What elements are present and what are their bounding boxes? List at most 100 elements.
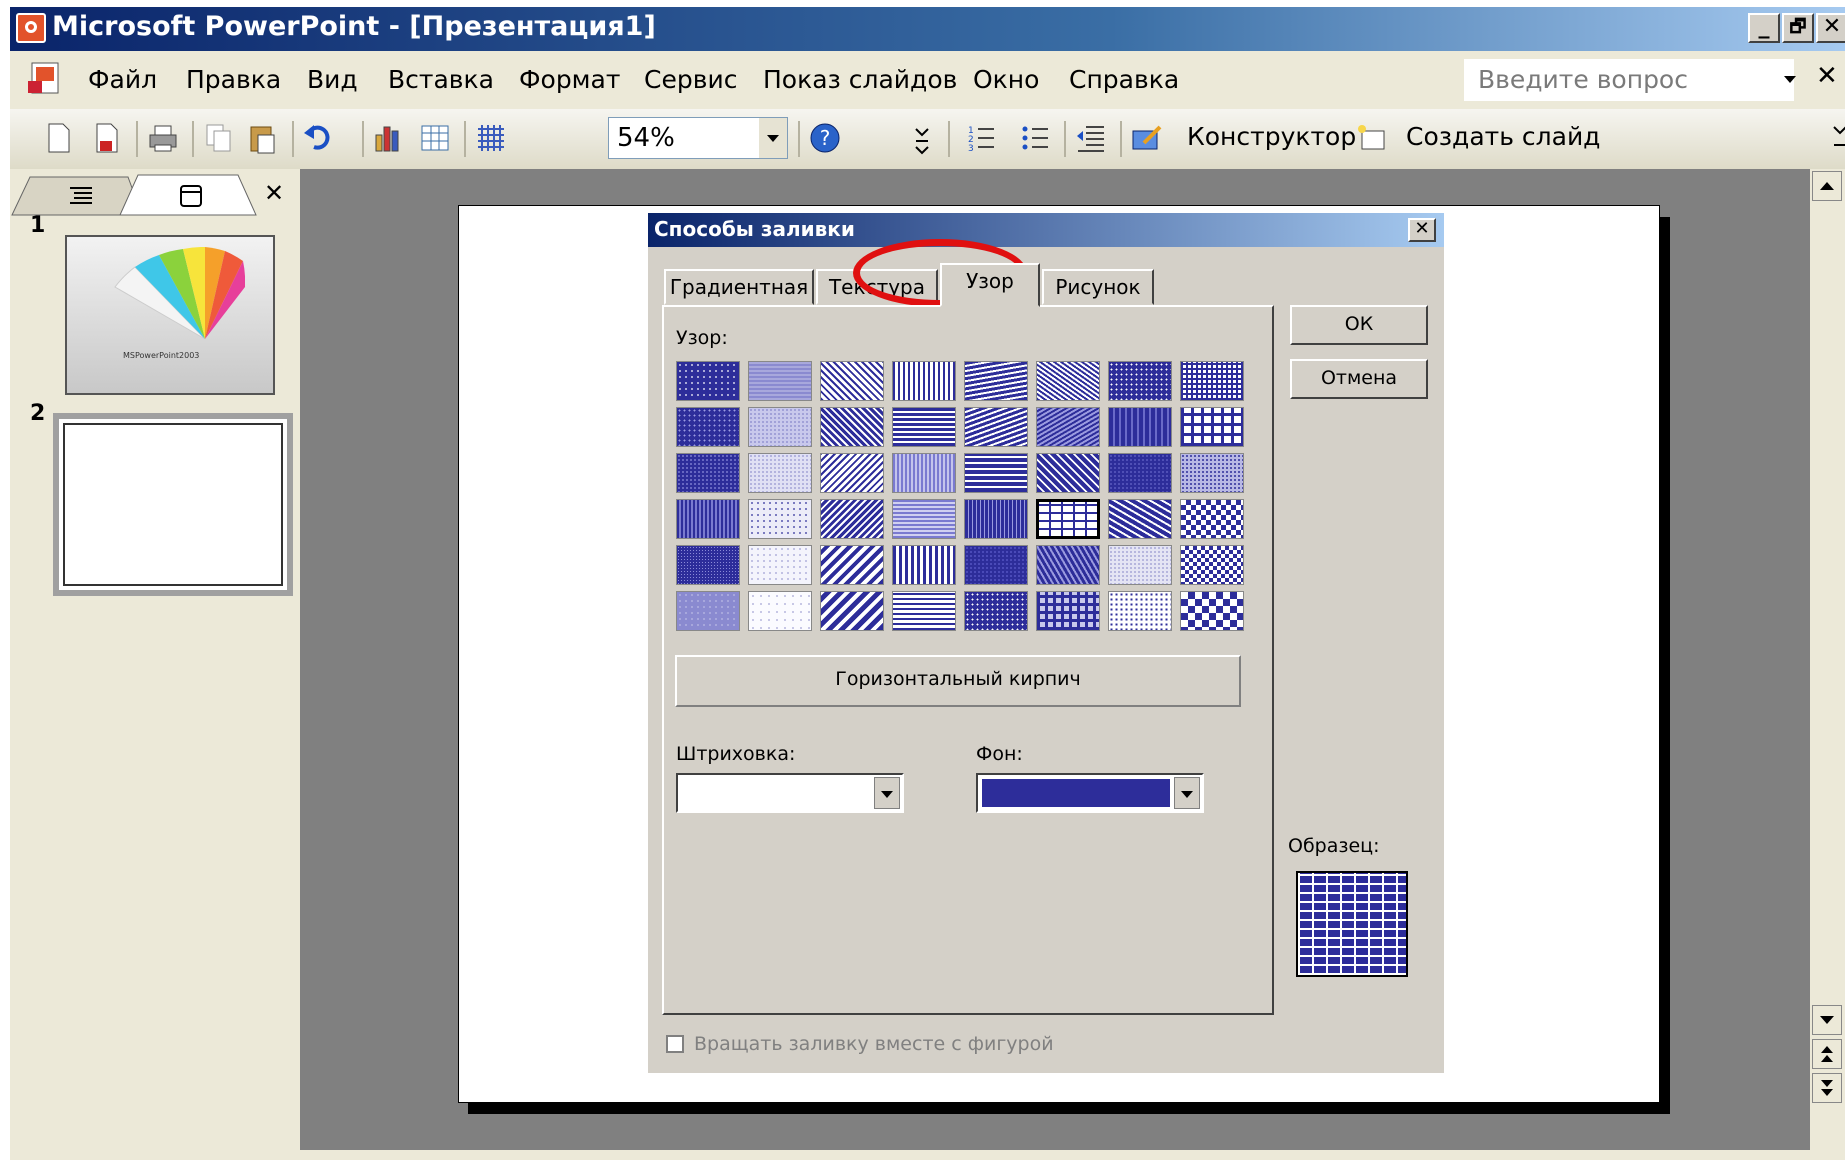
dropdown-arrow-icon[interactable] xyxy=(874,777,900,809)
menu-window[interactable]: Окно xyxy=(973,65,1039,94)
menu-slideshow[interactable]: Показ слайдов xyxy=(763,65,957,94)
outline-tab-icon[interactable] xyxy=(68,183,94,209)
undo-icon[interactable] xyxy=(302,121,336,155)
decrease-indent-icon[interactable] xyxy=(1074,121,1108,155)
pattern-swatch[interactable] xyxy=(1180,407,1244,447)
numbered-list-icon[interactable]: 123 xyxy=(964,121,998,155)
pattern-swatch[interactable] xyxy=(820,407,884,447)
insert-chart-icon[interactable] xyxy=(372,121,406,155)
pattern-swatch[interactable] xyxy=(964,361,1028,401)
pattern-swatch[interactable] xyxy=(748,499,812,539)
pattern-swatch[interactable] xyxy=(676,361,740,401)
new-slide-button[interactable]: Создать слайд xyxy=(1406,122,1600,151)
pattern-swatch[interactable] xyxy=(1036,545,1100,585)
menu-format[interactable]: Формат xyxy=(519,65,620,94)
menu-edit[interactable]: Правка xyxy=(186,65,281,94)
new-slide-icon[interactable] xyxy=(1354,121,1388,155)
menu-insert[interactable]: Вставка xyxy=(388,65,494,94)
pattern-swatch[interactable] xyxy=(964,453,1028,493)
print-icon[interactable] xyxy=(146,121,180,155)
pattern-swatch[interactable] xyxy=(748,545,812,585)
pattern-swatch[interactable] xyxy=(1108,499,1172,539)
pattern-swatch[interactable] xyxy=(748,407,812,447)
rotate-with-shape-checkbox[interactable] xyxy=(666,1035,684,1053)
pattern-swatch[interactable] xyxy=(820,499,884,539)
pattern-swatch[interactable] xyxy=(964,591,1028,631)
notes-pane[interactable] xyxy=(300,1150,1810,1160)
pattern-swatch[interactable] xyxy=(1180,591,1244,631)
dialog-close-button[interactable]: ✕ xyxy=(1408,218,1436,242)
pattern-swatch[interactable] xyxy=(1108,545,1172,585)
pattern-swatch[interactable] xyxy=(748,453,812,493)
next-slide-button[interactable] xyxy=(1812,1073,1842,1103)
pattern-swatch[interactable] xyxy=(820,545,884,585)
paste-icon[interactable] xyxy=(246,121,280,155)
zoom-dropdown-icon[interactable] xyxy=(759,118,787,158)
hatching-color-select[interactable] xyxy=(676,773,904,813)
pattern-swatch[interactable] xyxy=(892,361,956,401)
previous-slide-button[interactable] xyxy=(1812,1039,1842,1069)
close-document-button[interactable]: ✕ xyxy=(1816,61,1838,91)
copy-icon[interactable] xyxy=(202,121,236,155)
powerpoint-app-icon[interactable] xyxy=(16,13,46,43)
cancel-button[interactable]: Отмена xyxy=(1290,359,1428,399)
pattern-swatch[interactable] xyxy=(1108,453,1172,493)
pattern-swatch[interactable] xyxy=(748,361,812,401)
pattern-swatch[interactable] xyxy=(676,407,740,447)
background-color-select[interactable] xyxy=(976,773,1204,813)
show-grid-icon[interactable] xyxy=(474,121,508,155)
pattern-swatch[interactable] xyxy=(748,591,812,631)
close-window-button[interactable]: ✕ xyxy=(1816,13,1845,43)
tab-pattern[interactable]: Узор xyxy=(940,263,1040,307)
scroll-down-button[interactable] xyxy=(1812,1005,1842,1035)
pattern-swatch[interactable] xyxy=(1180,453,1244,493)
document-menu-icon[interactable] xyxy=(26,59,66,97)
pattern-swatch[interactable] xyxy=(676,591,740,631)
pattern-swatch[interactable] xyxy=(1036,499,1100,539)
pattern-swatch[interactable] xyxy=(676,499,740,539)
pattern-swatch[interactable] xyxy=(892,591,956,631)
zoom-select[interactable]: 54% xyxy=(608,117,788,159)
pattern-swatch[interactable] xyxy=(1108,591,1172,631)
help-icon[interactable]: ? xyxy=(808,121,842,155)
tab-picture[interactable]: Рисунок xyxy=(1042,269,1154,305)
pattern-swatch[interactable] xyxy=(964,499,1028,539)
pattern-swatch[interactable] xyxy=(820,591,884,631)
designer-button[interactable]: Конструктор xyxy=(1187,122,1356,151)
ok-button[interactable]: ОК xyxy=(1290,305,1428,345)
pattern-swatch[interactable] xyxy=(1180,361,1244,401)
toolbar-overflow-icon[interactable] xyxy=(1830,121,1845,155)
pattern-swatch[interactable] xyxy=(892,407,956,447)
ask-question-input[interactable]: Введите вопрос xyxy=(1464,59,1794,101)
menu-view[interactable]: Вид xyxy=(307,65,358,94)
open-file-icon[interactable] xyxy=(90,121,124,155)
new-document-icon[interactable] xyxy=(42,121,76,155)
designer-icon[interactable] xyxy=(1130,121,1164,155)
toolbar-options-icon[interactable] xyxy=(912,121,932,155)
slide-thumbnail-2[interactable] xyxy=(53,413,293,596)
pattern-swatch[interactable] xyxy=(820,361,884,401)
bulleted-list-icon[interactable] xyxy=(1018,121,1052,155)
menu-help[interactable]: Справка xyxy=(1069,65,1179,94)
menu-file[interactable]: Файл xyxy=(88,65,157,94)
close-pane-button[interactable]: ✕ xyxy=(264,179,284,207)
scroll-up-button[interactable] xyxy=(1812,171,1842,201)
minimize-button[interactable]: _ xyxy=(1748,13,1780,43)
slide-thumbnail-1[interactable]: MSPowerPoint2003 xyxy=(65,235,275,395)
pattern-swatch[interactable] xyxy=(1108,407,1172,447)
pattern-swatch[interactable] xyxy=(892,453,956,493)
pattern-swatch[interactable] xyxy=(1180,545,1244,585)
slides-tab-icon[interactable] xyxy=(178,183,204,209)
menu-tools[interactable]: Сервис xyxy=(644,65,737,94)
pattern-swatch[interactable] xyxy=(964,407,1028,447)
pattern-swatch[interactable] xyxy=(820,453,884,493)
pattern-swatch[interactable] xyxy=(676,545,740,585)
pattern-swatch[interactable] xyxy=(1108,361,1172,401)
pattern-swatch[interactable] xyxy=(892,545,956,585)
dropdown-arrow-icon[interactable] xyxy=(1174,777,1200,809)
ask-dropdown-icon[interactable] xyxy=(1782,73,1798,85)
pattern-swatch[interactable] xyxy=(892,499,956,539)
pattern-swatch[interactable] xyxy=(1036,453,1100,493)
pattern-swatch[interactable] xyxy=(964,545,1028,585)
pattern-swatch[interactable] xyxy=(1180,499,1244,539)
